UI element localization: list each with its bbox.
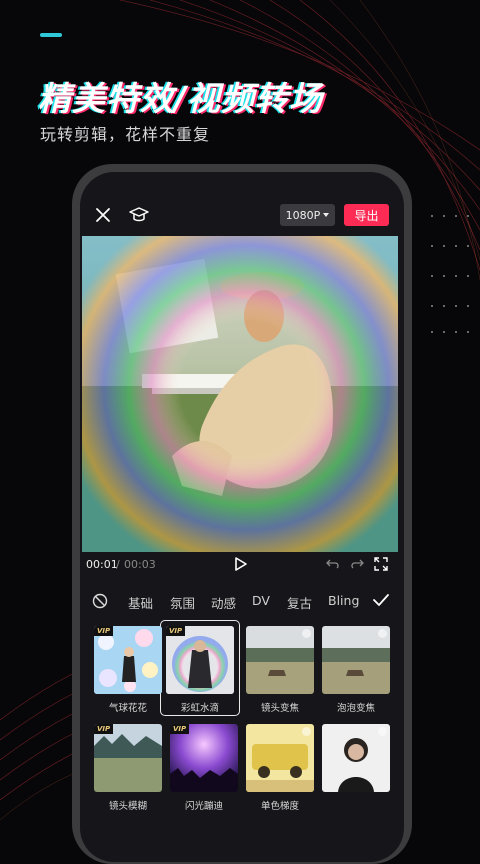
resolution-label: 1080P [285,208,321,222]
effect-category-tabs: 基础 氛围 动感 DV 复古 Bling [80,586,404,616]
effect-thumbnail [322,724,390,792]
no-effect-icon[interactable] [92,593,108,609]
total-time: 00:03 [124,558,156,571]
download-icon [378,629,387,638]
effect-tile-lens-blur[interactable]: VIP 镜头模糊 [94,724,162,812]
effect-label: 单色梯度 [260,801,299,812]
effect-thumbnail: VIP [94,724,162,792]
download-icon [302,629,311,638]
tab-bling[interactable]: Bling [328,593,359,608]
effect-thumbnail [246,626,314,694]
redo-icon[interactable] [350,557,364,571]
effect-tile-bubble-zoom[interactable]: 泡泡变焦 [322,626,390,714]
vip-badge: VIP [170,724,190,734]
vip-badge: VIP [94,626,114,636]
download-icon [302,727,311,736]
effect-thumbnail: VIP [166,626,234,694]
graduation-cap-icon[interactable] [128,205,150,225]
chevron-down-icon [323,213,330,217]
page-title: 精美特效/视频转场 [38,79,324,118]
playback-bar: 00:01 / 00:03 [80,554,404,574]
vip-badge: VIP [166,626,186,636]
tab-atmosphere[interactable]: 氛围 [170,593,195,612]
time-separator: / [116,558,120,571]
effect-grid: VIP 气球花花 VIP 彩虹水滴 镜头变焦 泡泡变焦 VIP 镜头模糊 VIP… [80,620,404,862]
effect-label: 彩虹水滴 [180,703,219,714]
effect-label: 闪光蹦迪 [184,801,223,812]
undo-icon[interactable] [326,557,340,571]
effect-tile-rainbow-drop[interactable]: VIP 彩虹水滴 [166,626,234,714]
tab-retro[interactable]: 复古 [287,593,312,612]
tab-basic[interactable]: 基础 [128,593,153,612]
effect-label: 气球花花 [108,703,147,714]
effect-tile-balloon-flowers[interactable]: VIP 气球花花 [94,626,162,714]
effect-label: 泡泡变焦 [336,703,375,714]
resolution-dropdown[interactable]: 1080P [280,204,335,226]
download-icon [378,727,387,736]
effect-thumbnail [322,626,390,694]
export-button[interactable]: 导出 [344,204,389,226]
editor-toolbar: 1080P 导出 [80,200,404,230]
decorative-dot-grid [431,215,469,333]
phone-screen: 1080P 导出 00:01 / 00:03 基础 氛围 动感 DV 复古 Bl… [80,172,404,862]
effect-tile-mono-gradient[interactable]: 单色梯度 [246,724,314,812]
effect-label: 镜头模糊 [108,801,147,812]
tab-dv[interactable]: DV [252,593,270,608]
effect-tile-portrait[interactable] [322,724,390,798]
accent-dash [40,33,62,37]
current-time: 00:01 [86,558,118,571]
effect-tile-lens-zoom[interactable]: 镜头变焦 [246,626,314,714]
check-icon[interactable] [372,592,390,608]
preview-image [82,236,398,552]
play-icon[interactable] [234,556,248,572]
tab-dynamic[interactable]: 动感 [211,593,236,612]
video-preview[interactable] [82,236,398,552]
close-icon[interactable] [94,206,112,224]
vip-badge: VIP [94,724,114,734]
effect-thumbnail: VIP [94,626,162,694]
fullscreen-icon[interactable] [374,557,388,571]
effect-thumbnail [246,724,314,792]
effect-label: 镜头变焦 [260,703,299,714]
effect-tile-flash-disco[interactable]: VIP 闪光蹦迪 [170,724,238,812]
page-subtitle: 玩转剪辑，花样不重复 [40,125,211,144]
effect-thumbnail: VIP [170,724,238,792]
